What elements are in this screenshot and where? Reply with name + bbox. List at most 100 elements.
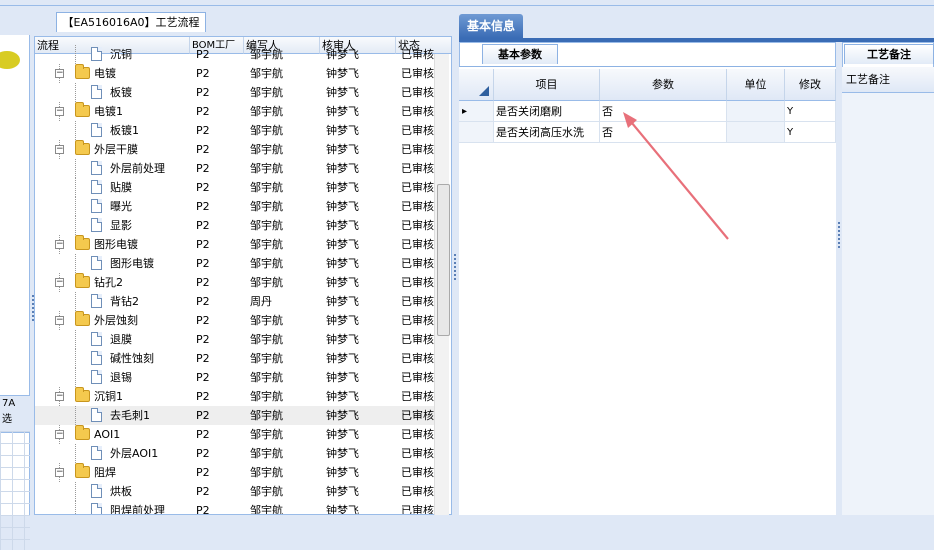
collapse-toggle-icon[interactable]: − xyxy=(55,69,64,78)
writer: 邹宇航 xyxy=(250,333,283,346)
process-name: 阻焊 xyxy=(94,466,116,479)
document-icon xyxy=(91,332,102,346)
process-tree-grid: 流程 BOM工厂 编写人 核审人 状态 沉铜 P2 邹宇航 钟梦飞 已审核 − 电镀 P2 邹宇… xyxy=(34,36,452,515)
tree-leaf-row[interactable]: 板镀1 P2 邹宇航 钟梦飞 已审核 xyxy=(35,121,435,140)
reviewer: 钟梦飞 xyxy=(326,162,359,175)
tree-folder-row[interactable]: − 图形电镀 P2 邹宇航 钟梦飞 已审核 xyxy=(35,235,435,254)
process-name: 沉铜1 xyxy=(94,390,123,403)
writer: 邹宇航 xyxy=(250,447,283,460)
collapse-toggle-icon[interactable]: − xyxy=(55,430,64,439)
writer: 邹宇航 xyxy=(250,143,283,156)
writer: 邹宇航 xyxy=(250,124,283,137)
left-bar-text-2[interactable]: 选 xyxy=(2,412,32,428)
tree-leaf-row[interactable]: 烘板 P2 邹宇航 钟梦飞 已审核 xyxy=(35,482,435,501)
writer: 邹宇航 xyxy=(250,390,283,403)
status: 已审核 xyxy=(401,314,434,327)
top-splitter[interactable] xyxy=(0,0,934,6)
document-icon xyxy=(91,408,102,422)
tree-leaf-row[interactable]: 曝光 P2 邹宇航 钟梦飞 已审核 xyxy=(35,197,435,216)
tree-folder-row[interactable]: − AOI1 P2 邹宇航 钟梦飞 已审核 xyxy=(35,425,435,444)
tree-connector-line xyxy=(75,501,76,514)
middle-splitter[interactable] xyxy=(452,14,458,515)
left-bar-text-1: 7A xyxy=(2,398,16,409)
bom-factory: P2 xyxy=(196,181,210,194)
tree-leaf-row[interactable]: 背钻2 P2 周丹 钟梦飞 已审核 xyxy=(35,292,435,311)
col-header-modify[interactable]: 修改 xyxy=(785,69,836,101)
param-item[interactable]: 是否关闭高压水洗 xyxy=(494,122,600,143)
row-indicator-header xyxy=(459,69,494,101)
reviewer: 钟梦飞 xyxy=(326,333,359,346)
tree-folder-row[interactable]: − 外层干膜 P2 邹宇航 钟梦飞 已审核 xyxy=(35,140,435,159)
tree-leaf-row[interactable]: 显影 P2 邹宇航 钟梦飞 已审核 xyxy=(35,216,435,235)
bom-factory: P2 xyxy=(196,219,210,232)
process-name: 退膜 xyxy=(110,333,132,346)
bom-factory: P2 xyxy=(196,124,210,137)
collapse-toggle-icon[interactable]: − xyxy=(55,468,64,477)
tree-folder-row[interactable]: − 沉铜1 P2 邹宇航 钟梦飞 已审核 xyxy=(35,387,435,406)
tree-leaf-row[interactable]: 板镀 P2 邹宇航 钟梦飞 已审核 xyxy=(35,83,435,102)
status: 已审核 xyxy=(401,257,434,270)
tab-basic-info[interactable]: 基本信息 xyxy=(459,14,523,38)
collapse-toggle-icon[interactable]: − xyxy=(55,145,64,154)
tree-panel-title[interactable]: 【EA516016A0】工艺流程 xyxy=(56,12,206,32)
collapse-toggle-icon[interactable]: − xyxy=(55,107,64,116)
tree-connector-line xyxy=(75,406,76,425)
tree-leaf-row[interactable]: 图形电镀 P2 邹宇航 钟梦飞 已审核 xyxy=(35,254,435,273)
bom-factory: P2 xyxy=(196,105,210,118)
folder-icon xyxy=(75,387,90,402)
tree-vertical-scrollbar[interactable] xyxy=(434,54,450,515)
tab-process-remark[interactable]: 工艺备注 xyxy=(844,44,934,64)
collapse-toggle-icon[interactable]: − xyxy=(55,316,64,325)
tree-leaf-row[interactable]: 贴膜 P2 邹宇航 钟梦飞 已审核 xyxy=(35,178,435,197)
param-unit[interactable] xyxy=(727,101,785,122)
tree-leaf-row[interactable]: 沉铜 P2 邹宇航 钟梦飞 已审核 xyxy=(35,45,435,64)
bom-factory: P2 xyxy=(196,352,210,365)
bom-factory: P2 xyxy=(196,466,210,479)
collapse-toggle-icon[interactable]: − xyxy=(55,392,64,401)
param-unit[interactable] xyxy=(727,122,785,143)
reviewer: 钟梦飞 xyxy=(326,504,359,515)
tree-folder-row[interactable]: − 外层蚀刻 P2 邹宇航 钟梦飞 已审核 xyxy=(35,311,435,330)
collapse-toggle-icon[interactable]: − xyxy=(55,240,64,249)
bom-factory: P2 xyxy=(196,162,210,175)
tree-folder-row[interactable]: − 电镀1 P2 邹宇航 钟梦飞 已审核 xyxy=(35,102,435,121)
current-row-arrow-icon: ▸ xyxy=(462,106,468,117)
tree-leaf-row[interactable]: 外层前处理 P2 邹宇航 钟梦飞 已审核 xyxy=(35,159,435,178)
tab-basic-params[interactable]: 基本参数 xyxy=(482,44,558,64)
folder-icon xyxy=(75,273,90,288)
writer: 邹宇航 xyxy=(250,67,283,80)
bom-factory: P2 xyxy=(196,48,210,61)
status: 已审核 xyxy=(401,200,434,213)
tree-folder-row[interactable]: − 阻焊 P2 邹宇航 钟梦飞 已审核 xyxy=(35,463,435,482)
document-icon xyxy=(91,503,102,514)
tree-leaf-row[interactable]: 阻焊前处理 P2 邹宇航 钟梦飞 已审核 xyxy=(35,501,435,515)
bom-factory: P2 xyxy=(196,143,210,156)
reviewer: 钟梦飞 xyxy=(326,143,359,156)
remark-body[interactable] xyxy=(842,93,934,515)
col-header-item[interactable]: 项目 xyxy=(494,69,600,101)
col-header-unit[interactable]: 单位 xyxy=(727,69,785,101)
tree-leaf-row[interactable]: 退锡 P2 邹宇航 钟梦飞 已审核 xyxy=(35,368,435,387)
collapse-toggle-icon[interactable]: − xyxy=(55,278,64,287)
tree-folder-row[interactable]: − 钻孔2 P2 邹宇航 钟梦飞 已审核 xyxy=(35,273,435,292)
remark-header: 工艺备注 xyxy=(842,67,934,93)
annotation-arrow-icon xyxy=(623,112,729,240)
tree-leaf-row[interactable]: 去毛刺1 P2 邹宇航 钟梦飞 已审核 xyxy=(35,406,435,425)
process-name: 碱性蚀刻 xyxy=(110,352,154,365)
tree-leaf-row[interactable]: 碱性蚀刻 P2 邹宇航 钟梦飞 已审核 xyxy=(35,349,435,368)
scrollbar-thumb[interactable] xyxy=(437,184,450,336)
reviewer: 钟梦飞 xyxy=(326,105,359,118)
reviewer: 钟梦飞 xyxy=(326,428,359,441)
tree-leaf-row[interactable]: 退膜 P2 邹宇航 钟梦飞 已审核 xyxy=(35,330,435,349)
param-modify[interactable]: Y xyxy=(785,122,836,143)
writer: 邹宇航 xyxy=(250,428,283,441)
param-item[interactable]: 是否关闭磨刷 xyxy=(494,101,600,122)
param-modify[interactable]: Y xyxy=(785,101,836,122)
tree-leaf-row[interactable]: 外层AOI1 P2 邹宇航 钟梦飞 已审核 xyxy=(35,444,435,463)
document-icon xyxy=(91,446,102,460)
document-icon xyxy=(91,218,102,232)
writer: 邹宇航 xyxy=(250,485,283,498)
document-icon xyxy=(91,47,102,61)
tree-folder-row[interactable]: − 电镀 P2 邹宇航 钟梦飞 已审核 xyxy=(35,64,435,83)
col-header-param[interactable]: 参数 xyxy=(600,69,727,101)
